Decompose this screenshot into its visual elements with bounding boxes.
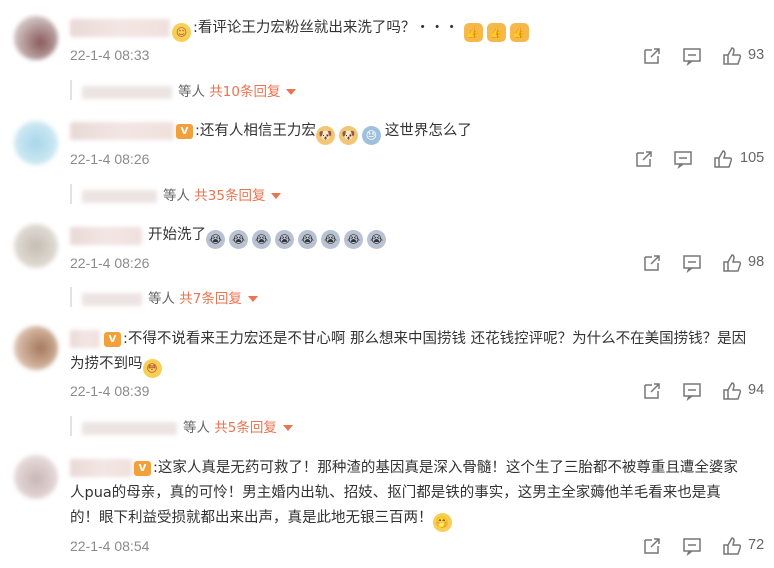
thumbs-up-icon: 👍 [486,23,506,42]
comment-icon[interactable] [682,381,702,401]
share-icon[interactable] [634,149,654,169]
comment-text: V:这家人真是无药可救了！那种渣的基因真是深入骨髓！这个生了三胎都不被尊重且遭全… [134,456,738,481]
comment-actions: 93 [640,46,770,68]
avatar[interactable] [14,121,58,165]
reply-total-link[interactable]: 共7条回复 [179,291,242,307]
comment-actions: 105 [632,149,772,171]
username[interactable] [70,122,174,140]
reply-usernames [82,421,177,435]
shy-emoji-icon: 🤭 [432,513,452,532]
crying-emoji-icon: 😭 [206,230,225,249]
thumbs-up-icon: 👍 [463,23,483,42]
reply-summary[interactable]: 等人 共35条回复 [70,184,282,204]
reply-summary[interactable]: 等人 共10条回复 [70,80,297,100]
crying-emoji-icon: 😭 [344,230,363,249]
comment-actions: 98 [640,253,770,275]
like-icon[interactable] [722,253,742,273]
share-icon[interactable] [642,381,662,401]
comment-icon[interactable] [682,536,702,556]
comment-icon[interactable] [682,253,702,273]
like-icon[interactable] [722,381,742,401]
vip-badge-icon: V [176,123,193,139]
sweat-emoji-icon: 😓 [361,126,381,145]
chevron-down-icon [286,89,297,95]
crying-emoji-icon: 😭 [252,230,271,249]
chevron-down-icon [247,296,258,302]
reply-usernames [82,292,142,306]
like-icon[interactable] [722,46,742,66]
like-icon[interactable] [722,536,742,556]
crying-emoji-icon: 😭 [229,230,248,249]
avatar[interactable] [14,224,58,268]
reply-summary[interactable]: 等人 共5条回复 [70,416,293,436]
thumbs-up-icon: 👍 [509,23,529,42]
timestamp: 22-1-4 08:26 [70,255,150,271]
avatar[interactable] [14,16,58,60]
reply-total-link[interactable]: 共5条回复 [214,420,277,436]
share-icon[interactable] [642,46,662,66]
chevron-down-icon [282,425,293,431]
like-count: 98 [748,254,765,270]
timestamp: 22-1-4 08:26 [70,151,150,167]
comment-text: ☺:看评论王力宏粉丝就出来洗了吗？・・・ 👍 👍 👍 [172,16,533,42]
crying-emoji-icon: 😭 [298,230,317,249]
vip-badge-icon: V [134,460,151,476]
comment-text: V:还有人相信王力宏 🐶 🐶 😓 这世界怎么了 [176,119,472,145]
reply-total-link[interactable]: 共35条回复 [194,188,265,204]
reply-usernames [82,189,157,203]
avatar[interactable] [14,326,58,370]
share-icon[interactable] [642,536,662,556]
comment-text-line2: 为捞不到吗 😳 [70,352,166,378]
comment-text-line3: 的！眼下利益受损就都出来出声，真是此地无银三百两！ 🤭 [70,506,456,532]
comment-icon[interactable] [673,149,693,169]
comment-text-line2: 人pua的母亲，真的可怜！男主婚内出轨、招妓、抠门都是铁的事实，这男主全家薅他羊… [70,485,721,501]
reply-usernames [82,85,172,99]
reply-total-link[interactable]: 共10条回复 [209,84,280,100]
like-count: 105 [740,150,765,166]
crying-emoji-icon: 😭 [367,230,386,249]
share-icon[interactable] [642,253,662,273]
comment-text: 开始洗了 😭 😭 😭 😭 😭 😭 😭 😭 [148,223,390,249]
like-count: 94 [748,382,765,398]
crying-emoji-icon: 😭 [275,230,294,249]
username[interactable] [70,330,100,348]
timestamp: 22-1-4 08:39 [70,383,150,399]
blush-emoji-icon: 😳 [142,359,162,378]
timestamp: 22-1-4 08:54 [70,538,150,554]
comment-actions: 72 [640,536,770,558]
vip-emoji-icon: ☺ [172,23,191,42]
reply-summary[interactable]: 等人 共7条回复 [70,287,258,307]
comment-icon[interactable] [682,46,702,66]
dog-emoji-icon: 🐶 [338,126,358,145]
timestamp: 22-1-4 08:33 [70,47,150,63]
username[interactable] [70,227,142,245]
avatar[interactable] [14,455,58,499]
like-icon[interactable] [713,149,733,169]
chevron-down-icon [271,193,282,199]
comment-actions: 94 [640,381,770,403]
like-count: 72 [748,537,765,553]
username[interactable] [70,459,132,477]
username[interactable] [70,19,170,37]
comment-text: V:不得不说看来王力宏还是不甘心啊 那么想来中国捞钱 还花钱控评呢？为什么不在美… [104,327,746,352]
like-count: 93 [748,47,765,63]
dog-emoji-icon: 🐶 [315,126,335,145]
vip-badge-icon: V [104,331,121,347]
crying-emoji-icon: 😭 [321,230,340,249]
